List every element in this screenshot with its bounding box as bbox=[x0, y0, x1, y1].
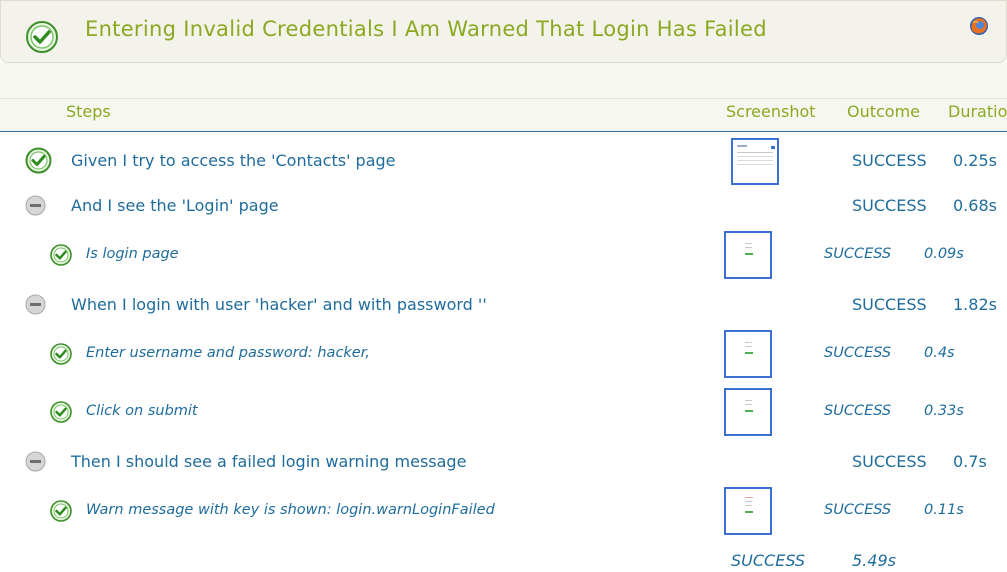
step-5-outcome: SUCCESS bbox=[824, 345, 892, 361]
outcome-header: Outcome bbox=[847, 102, 921, 121]
step-5-text: Enter username and password: hacker, bbox=[86, 345, 370, 361]
story-title: Entering Invalid Credentials I Am Warned… bbox=[85, 17, 767, 41]
success-check-icon bbox=[26, 21, 58, 53]
step-1-duration: 0.25s bbox=[953, 151, 997, 170]
collapse-minus-icon[interactable] bbox=[25, 195, 46, 216]
step-3-duration: 0.09s bbox=[924, 246, 964, 262]
step-7-duration: 0.7s bbox=[953, 452, 987, 471]
success-check-icon bbox=[50, 244, 72, 266]
step-1-text: Given I try to access the 'Contacts' pag… bbox=[71, 151, 396, 170]
step-6-duration: 0.33s bbox=[924, 403, 964, 419]
step-8-text: Warn message with key is shown: login.wa… bbox=[86, 502, 495, 518]
step-3-text: Is login page bbox=[86, 246, 179, 262]
step-8-screenshot-thumbnail[interactable] bbox=[724, 487, 772, 535]
story-title-bar: Entering Invalid Credentials I Am Warned… bbox=[0, 0, 1007, 63]
total-outcome: SUCCESS bbox=[731, 551, 806, 570]
step-8-outcome: SUCCESS bbox=[824, 502, 892, 518]
duration-header: Duratio bbox=[948, 102, 1007, 121]
step-6-screenshot-thumbnail[interactable] bbox=[724, 388, 772, 436]
screenshot-header: Screenshot bbox=[726, 102, 816, 121]
step-1-outcome: SUCCESS bbox=[852, 151, 927, 170]
total-duration: 5.49s bbox=[852, 551, 896, 570]
step-2-text: And I see the 'Login' page bbox=[71, 196, 279, 215]
step-7-outcome: SUCCESS bbox=[852, 452, 927, 471]
step-2-duration: 0.68s bbox=[953, 196, 997, 215]
steps-table-header: Steps Screenshot Outcome Duratio bbox=[0, 98, 1007, 132]
firefox-icon bbox=[970, 17, 988, 35]
step-4-outcome: SUCCESS bbox=[852, 295, 927, 314]
success-check-icon bbox=[50, 343, 72, 365]
step-3-screenshot-thumbnail[interactable] bbox=[724, 231, 772, 279]
success-check-icon bbox=[50, 500, 72, 522]
step-3-outcome: SUCCESS bbox=[824, 246, 892, 262]
step-1-screenshot-thumbnail[interactable] bbox=[731, 138, 779, 185]
step-5-screenshot-thumbnail[interactable] bbox=[724, 330, 772, 378]
step-6-outcome: SUCCESS bbox=[824, 403, 892, 419]
collapse-minus-icon[interactable] bbox=[25, 451, 46, 472]
success-check-icon bbox=[50, 401, 72, 423]
success-check-icon bbox=[25, 147, 52, 174]
step-4-duration: 1.82s bbox=[953, 295, 997, 314]
step-6-text: Click on submit bbox=[86, 403, 198, 419]
step-2-outcome: SUCCESS bbox=[852, 196, 927, 215]
step-5-duration: 0.4s bbox=[924, 345, 955, 361]
spacer-band bbox=[0, 63, 1007, 98]
collapse-minus-icon[interactable] bbox=[25, 294, 46, 315]
step-4-text: When I login with user 'hacker' and with… bbox=[71, 295, 487, 314]
steps-header: Steps bbox=[66, 102, 111, 121]
step-8-duration: 0.11s bbox=[924, 502, 964, 518]
step-7-text: Then I should see a failed login warning… bbox=[71, 452, 467, 471]
